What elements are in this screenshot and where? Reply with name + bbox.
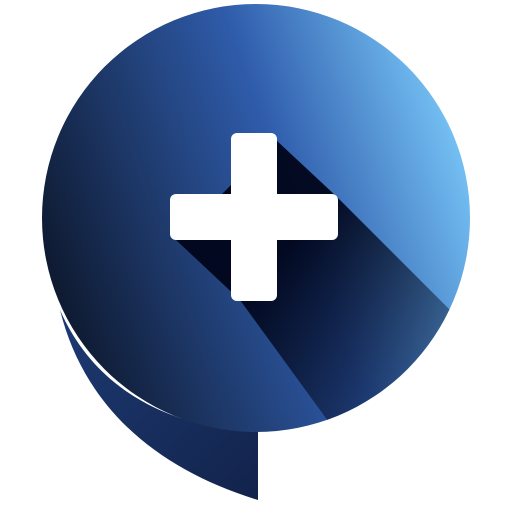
app-icon-canvas xyxy=(0,0,512,512)
add-chat-bubble-icon xyxy=(42,4,470,500)
